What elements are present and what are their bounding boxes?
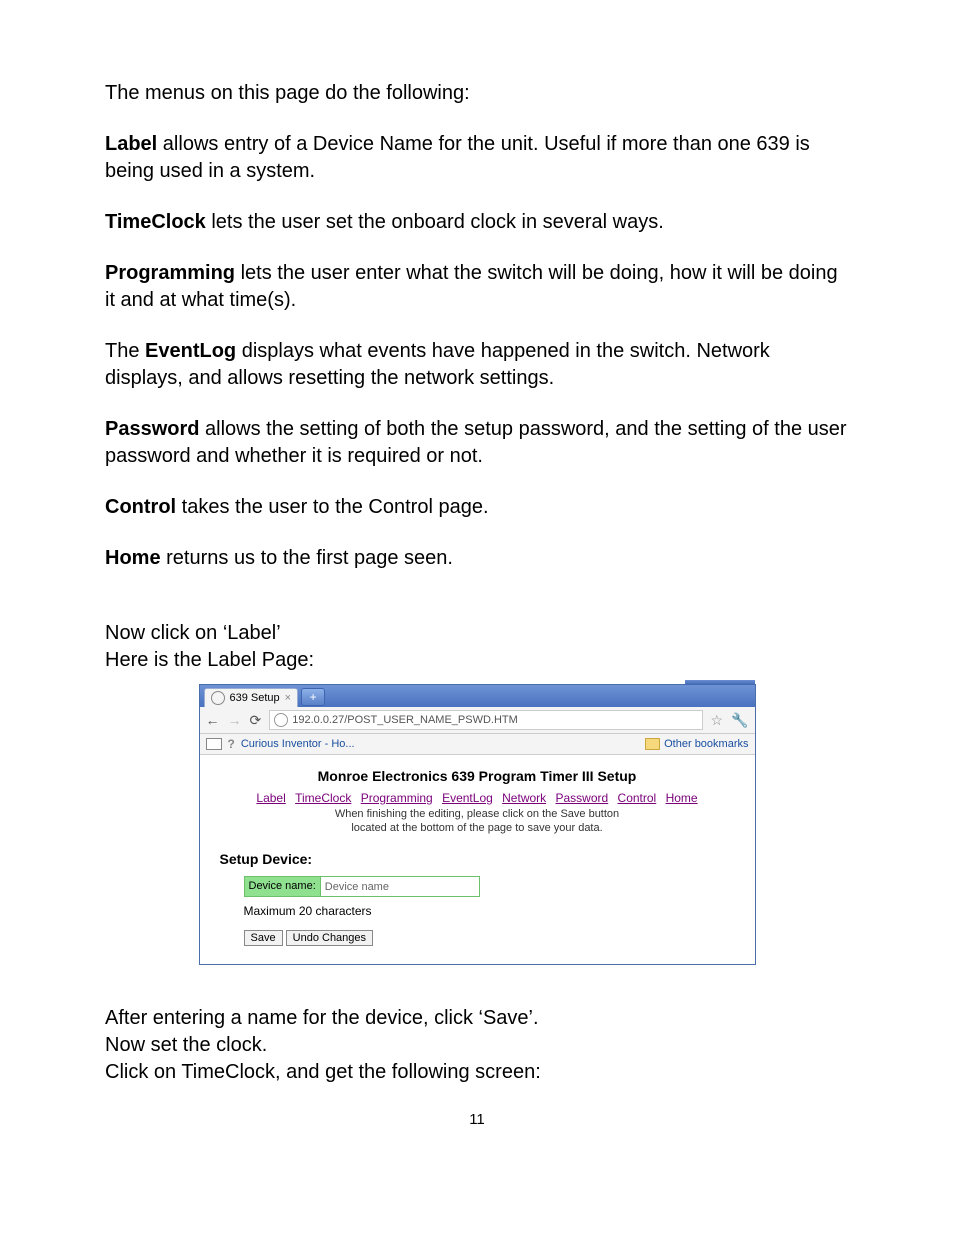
url-text: 192.0.0.27/POST_USER_NAME_PSWD.HTM [292, 713, 518, 728]
label-paragraph: Label allows entry of a Device Name for … [105, 131, 849, 185]
page-title: Monroe Electronics 639 Program Timer III… [214, 767, 741, 786]
nav-password[interactable]: Password [556, 791, 609, 805]
intro-text: The menus on this page do the following: [105, 80, 849, 107]
new-tab-button[interactable]: + [301, 688, 325, 706]
eventlog-pre: The [105, 340, 145, 362]
programming-paragraph: Programming lets the user enter what the… [105, 260, 849, 314]
wrench-icon[interactable]: 🔧 [731, 711, 748, 730]
button-row: Save Undo Changes [244, 930, 741, 946]
control-desc: takes the user to the Control page. [176, 496, 488, 518]
sub-note-line1: When finishing the editing, please click… [335, 808, 619, 820]
home-paragraph: Home returns us to the first page seen. [105, 545, 849, 572]
question-icon: ? [228, 736, 235, 752]
device-name-input[interactable] [321, 876, 480, 897]
window-controls-decor [685, 680, 755, 685]
reload-icon[interactable]: ⟳ [250, 713, 262, 727]
eventlog-paragraph: The EventLog displays what events have h… [105, 338, 849, 392]
page-content: Monroe Electronics 639 Program Timer III… [200, 755, 755, 964]
url-input[interactable]: 192.0.0.27/POST_USER_NAME_PSWD.HTM [269, 710, 702, 730]
device-name-label: Device name: [244, 876, 321, 897]
home-term: Home [105, 547, 161, 569]
programming-term: Programming [105, 262, 235, 284]
browser-tab[interactable]: 639 Setup × [204, 688, 299, 707]
device-name-hint: Maximum 20 characters [244, 903, 741, 919]
nav-home[interactable]: Home [666, 791, 698, 805]
forward-icon[interactable]: → [228, 713, 242, 727]
timeclock-desc: lets the user set the onboard clock in s… [206, 211, 664, 233]
other-bookmarks[interactable]: Other bookmarks [664, 737, 748, 752]
nav-control[interactable]: Control [618, 791, 657, 805]
section-heading: Setup Device: [220, 850, 741, 869]
sub-note-line2: located at the bottom of the page to sav… [351, 822, 602, 834]
sub-note: When finishing the editing, please click… [214, 808, 741, 836]
favicon-icon [211, 691, 225, 705]
nav-links: Label TimeClock Programming EventLog Net… [214, 790, 741, 806]
timeclock-term: TimeClock [105, 211, 206, 233]
device-name-row: Device name: [244, 876, 741, 897]
save-button[interactable]: Save [244, 930, 283, 946]
after-text-2: Now set the clock. [105, 1032, 849, 1059]
after-text-1: After entering a name for the device, cl… [105, 1005, 849, 1032]
now-click-text: Now click on ‘Label’ [105, 620, 849, 647]
nav-eventlog[interactable]: EventLog [442, 791, 493, 805]
browser-window: 639 Setup × + ← → ⟳ 192.0.0.27/POST_USER… [199, 684, 756, 965]
password-desc: allows the setting of both the setup pas… [105, 418, 847, 467]
back-icon[interactable]: ← [206, 713, 220, 727]
home-desc: returns us to the first page seen. [161, 547, 453, 569]
control-paragraph: Control takes the user to the Control pa… [105, 494, 849, 521]
globe-icon [274, 713, 288, 727]
after-text-3: Click on TimeClock, and get the followin… [105, 1059, 849, 1086]
tab-strip: 639 Setup × + [200, 685, 755, 707]
plus-icon: + [310, 689, 317, 705]
control-term: Control [105, 496, 176, 518]
label-desc: allows entry of a Device Name for the un… [105, 133, 810, 182]
bookmarks-bar: ? Curious Inventor - Ho... Other bookmar… [200, 734, 755, 755]
bookmark-link[interactable]: Curious Inventor - Ho... [241, 737, 355, 752]
password-paragraph: Password allows the setting of both the … [105, 416, 849, 470]
eventlog-term: EventLog [145, 340, 236, 362]
nav-programming[interactable]: Programming [361, 791, 433, 805]
address-bar: ← → ⟳ 192.0.0.27/POST_USER_NAME_PSWD.HTM… [200, 707, 755, 734]
label-term: Label [105, 133, 157, 155]
close-icon[interactable]: × [285, 691, 291, 706]
folder-icon [645, 738, 660, 750]
tab-title: 639 Setup [230, 691, 280, 706]
nav-label[interactable]: Label [256, 791, 285, 805]
password-term: Password [105, 418, 199, 440]
star-icon[interactable]: ☆ [711, 711, 724, 730]
page-number: 11 [105, 1110, 849, 1130]
nav-network[interactable]: Network [502, 791, 546, 805]
nav-timeclock[interactable]: TimeClock [295, 791, 351, 805]
undo-button[interactable]: Undo Changes [286, 930, 373, 946]
bookmark-icon [206, 738, 222, 750]
timeclock-paragraph: TimeClock lets the user set the onboard … [105, 209, 849, 236]
here-is-text: Here is the Label Page: [105, 647, 849, 674]
